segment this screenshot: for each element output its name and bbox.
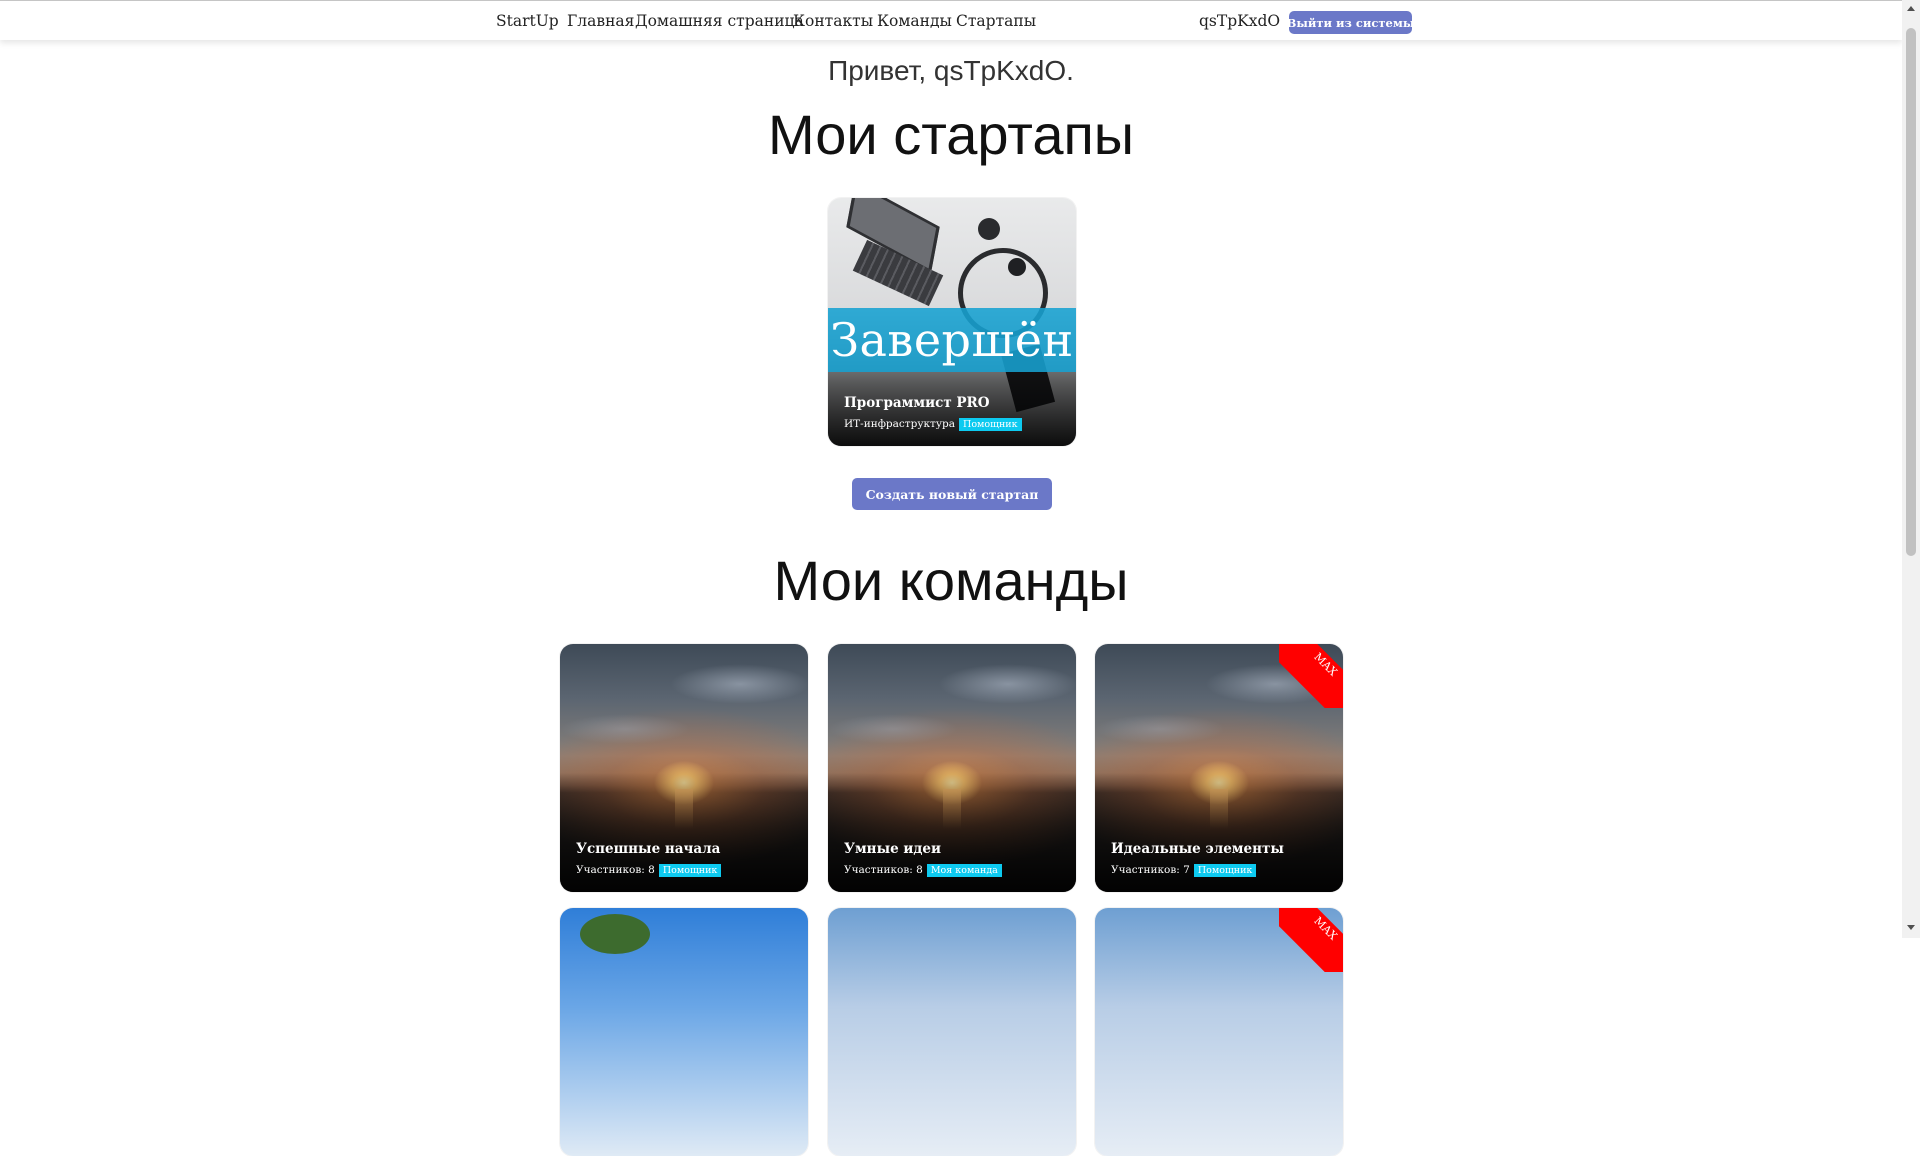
startups-heading: Мои стартапы	[767, 103, 1135, 166]
startup-title: Программист PRO	[844, 395, 990, 411]
team-meta: Участников: 8 Помощник	[576, 863, 722, 877]
team-card[interactable]: MAX Идеальные элементы Участников: 7 Пом…	[1095, 644, 1343, 892]
role-badge: Помощник	[658, 863, 722, 877]
nav-link-home[interactable]: Домашняя страница	[635, 12, 804, 30]
team-title: Успешные начала	[576, 841, 721, 857]
username-link[interactable]: qsTpKxdO	[1199, 12, 1280, 30]
team-members-count: Участников: 7	[1111, 864, 1190, 877]
max-ribbon: MAX	[1279, 644, 1343, 708]
team-card[interactable]: MAX	[1095, 908, 1343, 1156]
brand-link[interactable]: StartUp	[496, 12, 559, 30]
scrollbar-thumb[interactable]	[1906, 28, 1916, 556]
startup-card[interactable]: Завершён Программист PRO ИТ-инфраструкту…	[828, 198, 1076, 446]
team-image	[560, 908, 808, 1156]
team-card[interactable]	[828, 908, 1076, 1156]
team-members-count: Участников: 8	[844, 864, 923, 877]
logout-button[interactable]: Выйти из системы	[1287, 11, 1414, 34]
startup-category: ИТ-инфраструктура	[844, 418, 956, 431]
teams-heading: Мои команды	[773, 549, 1129, 612]
role-badge: Помощник	[1193, 863, 1257, 877]
nav-link-startups[interactable]: Стартапы	[956, 12, 1036, 30]
nav-link-teams[interactable]: Команды	[877, 12, 952, 30]
role-badge: Помощник	[959, 417, 1022, 431]
team-title: Идеальные элементы	[1111, 841, 1284, 857]
nav-link-contacts[interactable]: Контакты	[793, 12, 873, 30]
greeting-text: Привет, qsTpKxdO.	[828, 55, 1074, 86]
scroll-down-arrow-icon[interactable]	[1907, 925, 1915, 930]
role-badge: Моя команда	[926, 863, 1002, 877]
startup-status-overlay: Завершён	[828, 308, 1076, 372]
team-card[interactable]	[560, 908, 808, 1156]
team-members-count: Участников: 8	[576, 864, 655, 877]
nav-link-main[interactable]: Главная	[567, 12, 634, 30]
max-ribbon: MAX	[1279, 908, 1343, 972]
scroll-up-arrow-icon[interactable]	[1907, 6, 1915, 11]
create-startup-button[interactable]: Создать новый стартап	[852, 478, 1052, 510]
team-meta: Участников: 8 Моя команда	[844, 863, 1002, 877]
startup-meta: ИТ-инфраструктура Помощник	[844, 417, 1022, 431]
team-card[interactable]: Успешные начала Участников: 8 Помощник	[560, 644, 808, 892]
page-scrollbar[interactable]	[1902, 0, 1920, 938]
top-navbar: StartUp Главная Домашняя страница Контак…	[0, 1, 1902, 40]
team-card[interactable]: Умные идеи Участников: 8 Моя команда	[828, 644, 1076, 892]
team-meta: Участников: 7 Помощник	[1111, 863, 1257, 877]
team-title: Умные идеи	[844, 841, 941, 857]
team-image	[828, 908, 1076, 1156]
